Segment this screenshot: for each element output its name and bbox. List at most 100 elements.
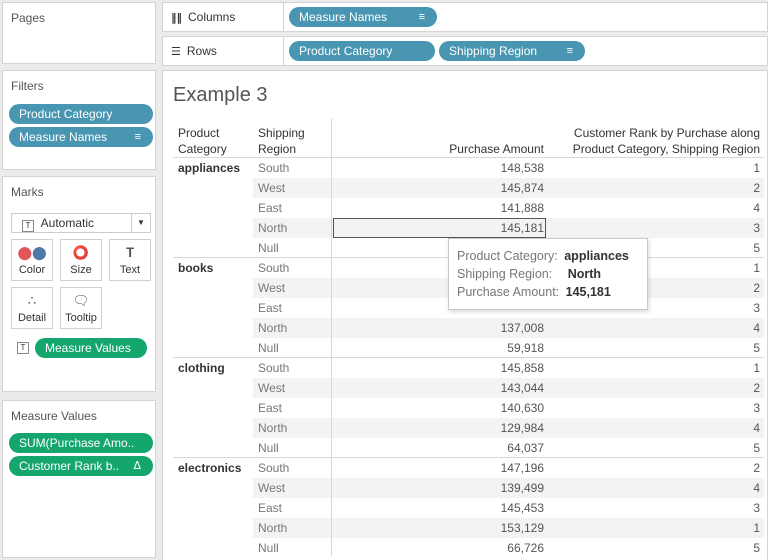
filters-title: Filters xyxy=(11,79,44,93)
marks-title: Marks xyxy=(11,185,44,199)
filter-pill-product-category[interactable]: Product Category xyxy=(9,104,153,124)
columns-pill-measure-names[interactable]: Measure Names ≡ xyxy=(289,7,437,27)
text-button[interactable]: 𝐓 Text xyxy=(109,239,151,281)
customer-rank-cell[interactable]: 5 xyxy=(550,538,760,558)
text-label: Text xyxy=(119,264,141,276)
columns-pill-label: Measure Names xyxy=(299,10,388,24)
region-label[interactable]: Null xyxy=(258,238,279,258)
customer-rank-cell[interactable]: 5 xyxy=(550,438,760,458)
speech-bubble-icon: 🗨 xyxy=(72,294,90,309)
header-purchase-amount[interactable]: Purchase Amount xyxy=(333,141,544,157)
region-label[interactable]: Null xyxy=(258,538,279,558)
category-label[interactable]: books xyxy=(178,258,213,278)
measure-pill-customer-rank[interactable]: Customer Rank b.. Δ xyxy=(9,456,153,476)
detail-button[interactable]: ∴ Detail xyxy=(11,287,53,329)
region-label[interactable]: Null xyxy=(258,438,279,458)
tooltip-key: Product Category: xyxy=(457,249,558,263)
purchase-amount-cell[interactable]: 145,453 xyxy=(333,498,544,518)
customer-rank-cell[interactable]: 4 xyxy=(550,418,760,438)
region-label[interactable]: North xyxy=(258,418,287,438)
detail-label: Detail xyxy=(17,312,47,324)
marks-pill-label: Measure Values xyxy=(45,341,131,355)
region-label[interactable]: East xyxy=(258,498,282,518)
purchase-amount-cell[interactable]: 148,538 xyxy=(333,158,544,178)
region-label[interactable]: South xyxy=(258,458,289,478)
size-button[interactable]: ⭕ Size xyxy=(60,239,102,281)
customer-rank-cell[interactable]: 4 xyxy=(550,478,760,498)
header-shipping-region[interactable]: Shipping Region xyxy=(258,125,305,157)
region-label[interactable]: North xyxy=(258,218,287,238)
purchase-amount-cell[interactable]: 141,888 xyxy=(333,198,544,218)
header-product-category[interactable]: Product Category xyxy=(178,125,227,157)
customer-rank-cell[interactable]: 3 xyxy=(550,398,760,418)
region-label[interactable]: West xyxy=(258,278,285,298)
region-label[interactable]: South xyxy=(258,358,289,378)
rows-pill-shipping-region[interactable]: Shipping Region ≡ xyxy=(439,41,585,61)
purchase-amount-cell[interactable]: 139,499 xyxy=(333,478,544,498)
delta-icon: Δ xyxy=(133,459,141,472)
category-label[interactable]: appliances xyxy=(178,158,240,178)
rows-icon: ☰ xyxy=(171,45,181,58)
text-mark-icon: T xyxy=(22,220,34,232)
region-label[interactable]: East xyxy=(258,298,282,318)
region-label[interactable]: South xyxy=(258,258,289,278)
customer-rank-cell[interactable]: 4 xyxy=(550,318,760,338)
region-label[interactable]: East xyxy=(258,398,282,418)
region-label[interactable]: North xyxy=(258,518,287,538)
view-title: Example 3 xyxy=(173,84,268,106)
region-label[interactable]: South xyxy=(258,158,289,178)
color-label: Color xyxy=(18,264,46,276)
measure-pill-purchase-amount[interactable]: SUM(Purchase Amo.. xyxy=(9,433,153,453)
category-label[interactable]: electronics xyxy=(178,458,241,478)
filter-pill-measure-names[interactable]: Measure Names ≡ xyxy=(9,127,153,147)
region-label[interactable]: East xyxy=(258,198,282,218)
customer-rank-cell[interactable]: 1 xyxy=(550,358,760,378)
purchase-amount-cell[interactable]: 64,037 xyxy=(333,438,544,458)
mark-type-dropdown[interactable]: T Automatic ▼ xyxy=(11,213,151,233)
header-customer-rank[interactable]: Customer Rank by Purchase along Product C… xyxy=(550,125,760,157)
customer-rank-cell[interactable]: 5 xyxy=(550,338,760,358)
size-label: Size xyxy=(70,264,92,276)
purchase-amount-cell[interactable]: 129,984 xyxy=(333,418,544,438)
tooltip-key: Shipping Region: xyxy=(457,267,553,281)
category-label[interactable]: clothing xyxy=(178,358,225,378)
customer-rank-cell[interactable]: 1 xyxy=(550,518,760,538)
filter-pill-label: Measure Names xyxy=(19,130,108,144)
color-button[interactable]: ⬤⬤ Color xyxy=(11,239,53,281)
tooltip-button[interactable]: 🗨 Tooltip xyxy=(60,287,102,329)
purchase-amount-cell[interactable]: 59,918 xyxy=(333,338,544,358)
purchase-amount-cell[interactable]: 147,196 xyxy=(333,458,544,478)
region-label[interactable]: West xyxy=(258,178,285,198)
customer-rank-cell[interactable]: 3 xyxy=(550,498,760,518)
region-label[interactable]: West xyxy=(258,478,285,498)
chevron-down-icon: ▼ xyxy=(131,214,150,232)
customer-rank-cell[interactable]: 4 xyxy=(550,198,760,218)
purchase-amount-cell[interactable]: 140,630 xyxy=(333,398,544,418)
purchase-amount-cell[interactable]: 145,874 xyxy=(333,178,544,198)
purchase-amount-cell[interactable]: 137,008 xyxy=(333,318,544,338)
purchase-amount-cell[interactable]: 145,858 xyxy=(333,358,544,378)
customer-rank-cell[interactable]: 2 xyxy=(550,458,760,478)
purchase-amount-cell[interactable]: 66,726 xyxy=(333,538,544,558)
tooltip-row: Product Category: appliances xyxy=(457,247,629,265)
region-label[interactable]: Null xyxy=(258,338,279,358)
region-label[interactable]: North xyxy=(258,318,287,338)
customer-rank-cell[interactable]: 3 xyxy=(550,218,760,238)
purchase-amount-cell[interactable]: 153,129 xyxy=(333,518,544,538)
marks-pill-measure-values[interactable]: Measure Values xyxy=(35,338,147,358)
marks-panel: Marks T Automatic ▼ ⬤⬤ Color ⭕ Size 𝐓 Te… xyxy=(2,176,156,392)
region-label[interactable]: West xyxy=(258,378,285,398)
tooltip-value: North xyxy=(567,267,602,281)
mark-type-value: Automatic xyxy=(40,216,95,230)
tooltip-popup: Product Category: appliances Shipping Re… xyxy=(448,238,648,310)
customer-rank-cell[interactable]: 2 xyxy=(550,378,760,398)
purchase-amount-cell[interactable]: 143,044 xyxy=(333,378,544,398)
customer-rank-cell[interactable]: 2 xyxy=(550,178,760,198)
columns-shelf: ‖‖ Columns Measure Names ≡ xyxy=(162,2,768,32)
sort-icon: ≡ xyxy=(566,45,573,57)
customer-rank-cell[interactable]: 1 xyxy=(550,158,760,178)
rows-pill-label: Shipping Region xyxy=(449,44,538,58)
measure-values-title: Measure Values xyxy=(11,409,97,423)
rows-pill-product-category[interactable]: Product Category xyxy=(289,41,435,61)
tooltip-row: Purchase Amount: 145,181 xyxy=(457,283,611,301)
